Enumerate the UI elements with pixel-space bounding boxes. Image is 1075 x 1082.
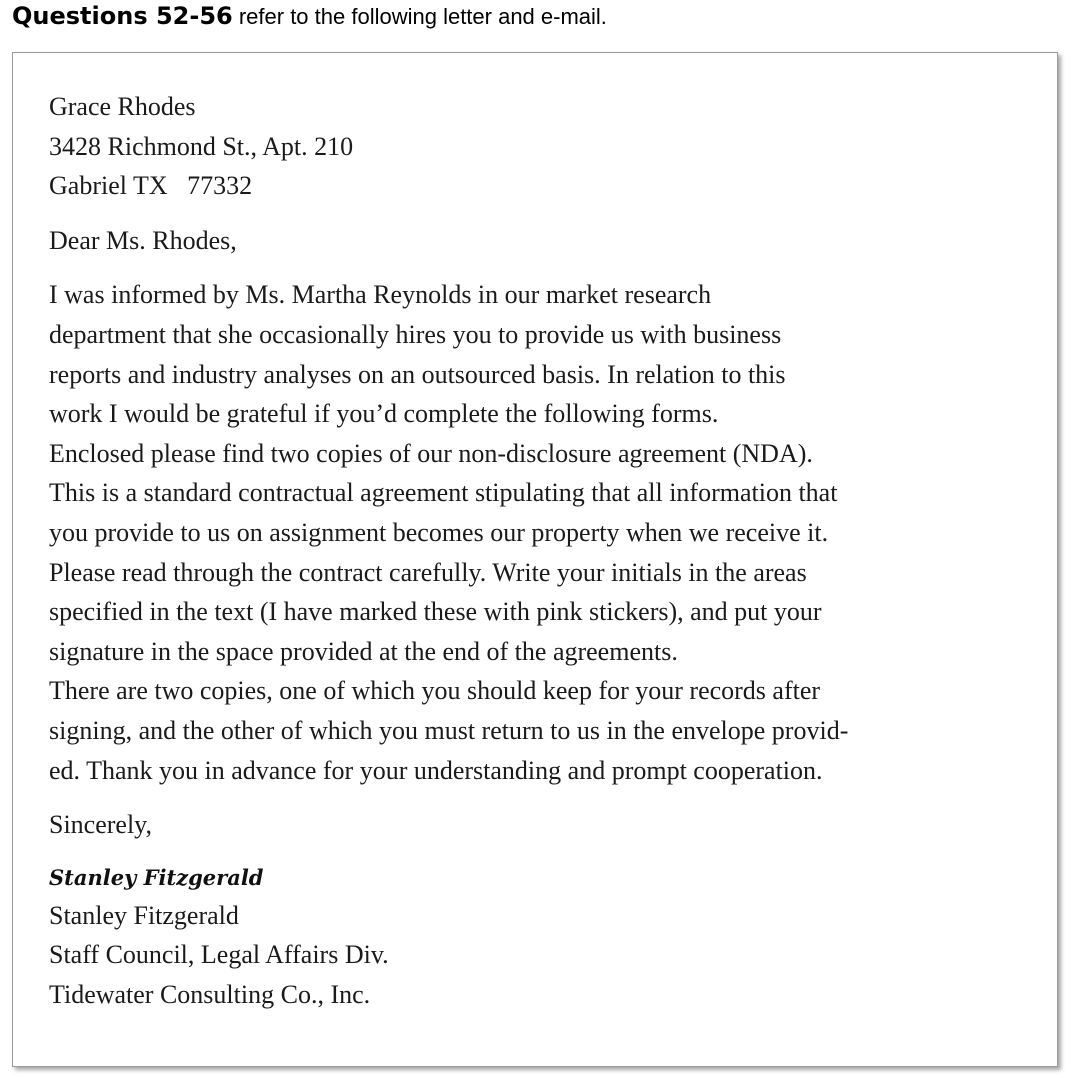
handwritten-signature: Stanley Fitzgerald: [49, 864, 264, 890]
recipient-name: Grace Rhodes: [49, 92, 196, 121]
body-line: signature in the space provided at the e…: [49, 636, 678, 666]
body-line: There are two copies, one of which you s…: [49, 676, 821, 706]
question-header: Questions 52-56 refer to the following l…: [12, 2, 607, 30]
body-line: reports and industry analyses on an outs…: [49, 359, 786, 389]
body-line: Enclosed please find two copies of our n…: [49, 438, 813, 468]
body-line: ed. Thank you in advance for your unders…: [49, 755, 823, 785]
letter: Grace Rhodes 3428 Richmond St., Apt. 210…: [49, 87, 1039, 1014]
question-instruction: refer to the following letter and e-mail…: [232, 4, 607, 29]
recipient-city: Gabriel TX 77332: [49, 171, 253, 201]
body-line: you provide to us on assignment becomes …: [49, 517, 829, 547]
body-line: I was informed by Ms. Martha Reynolds in…: [49, 280, 712, 310]
body-line: signing, and the other of which you must…: [49, 715, 849, 745]
body-line: work I would be grateful if you’d comple…: [49, 399, 719, 429]
sender-block: Stanley Fitzgerald Staff Council, Legal …: [49, 896, 1039, 1015]
body-line: Please read through the contract careful…: [49, 557, 807, 587]
sender-name: Stanley Fitzgerald: [49, 900, 239, 930]
closing: Sincerely,: [49, 810, 152, 840]
question-range: Questions 52-56: [12, 2, 233, 30]
recipient-street: 3428 Richmond St., Apt. 210: [49, 131, 354, 161]
body-line: This is a standard contractual agreement…: [49, 478, 838, 508]
sender-department: Staff Council, Legal Affairs Div.: [49, 940, 389, 970]
body-line: department that she occasionally hires y…: [49, 319, 782, 349]
letter-body: I was informed by Ms. Martha Reynolds in…: [49, 275, 1039, 790]
recipient-address: Grace Rhodes 3428 Richmond St., Apt. 210…: [49, 87, 1039, 206]
sender-company: Tidewater Consulting Co., Inc.: [49, 979, 371, 1009]
body-line: specified in the text (I have marked the…: [49, 597, 822, 627]
salutation: Dear Ms. Rhodes,: [49, 225, 237, 255]
